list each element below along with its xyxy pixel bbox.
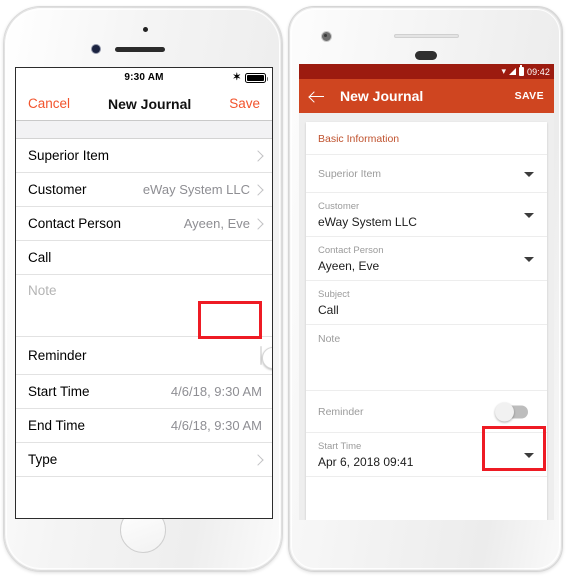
field-value: Apr 6, 2018 09:41 (318, 455, 414, 469)
android-toolbar: New Journal SAVE (299, 79, 554, 113)
android-status-bar: ▾﻿ 09:42 (299, 64, 554, 79)
ios-row-reminder[interactable]: Reminder (16, 337, 272, 375)
page-title: New Journal (108, 95, 192, 112)
comparison-stage: 9:30 AM ✶ Cancel New Journal Save Superi… (0, 0, 566, 578)
ios-row-contact-person[interactable]: Contact Person Ayeen, Eve (16, 207, 272, 241)
android-field-reminder[interactable]: Reminder (306, 391, 547, 433)
android-field-subject[interactable]: Subject Call (306, 281, 547, 325)
ios-row-customer[interactable]: Customer eWay System LLC (16, 173, 272, 207)
row-label: Superior Item (28, 148, 110, 163)
iphone-earpiece-speaker (115, 47, 165, 52)
field-label: Superior Item (318, 168, 382, 180)
ios-note-field[interactable]: Note (16, 275, 272, 337)
row-label: End Time (28, 418, 86, 433)
row-label: Type (28, 452, 58, 467)
toggle-knob (495, 402, 514, 421)
row-value: 4/6/18, 9:30 AM (170, 418, 262, 433)
note-placeholder: Note (28, 283, 57, 298)
chevron-right-icon (252, 453, 264, 466)
iphone-front-camera-icon (92, 45, 100, 53)
android-sensor-notch (414, 51, 437, 60)
ios-navigation-bar: Cancel New Journal Save (16, 87, 272, 121)
field-label: Start Time (318, 441, 362, 452)
android-earpiece-speaker (394, 34, 459, 38)
ios-row-start-time[interactable]: Start Time 4/6/18, 9:30 AM (16, 375, 272, 409)
wifi-icon: ▾ (501, 66, 506, 76)
row-value: Ayeen, Eve (183, 216, 250, 231)
field-label: Subject (318, 289, 350, 300)
row-label: Customer (28, 182, 87, 197)
row-label: Call (28, 250, 52, 265)
back-arrow-icon[interactable] (309, 88, 326, 105)
android-field-contact-person[interactable]: Contact Person Ayeen, Eve (306, 237, 547, 281)
android-field-start-time[interactable]: Start Time Apr 6, 2018 09:41 (306, 433, 547, 477)
chevron-right-icon (252, 149, 264, 162)
android-content-area: Basic Information Superior Item Customer… (299, 113, 554, 520)
ios-form-list: Superior Item Customer eWay System LLC C… (16, 139, 272, 477)
signal-icon (508, 68, 516, 75)
chevron-right-icon (252, 183, 264, 196)
field-label: Customer (318, 201, 360, 212)
toggle-knob (262, 346, 272, 369)
row-label: Start Time (28, 384, 90, 399)
android-status-time: 09:42 (526, 66, 550, 77)
battery-icon (245, 72, 268, 83)
android-front-camera-icon (321, 31, 332, 42)
android-field-customer[interactable]: Customer eWay System LLC (306, 193, 547, 237)
row-label: Reminder (28, 348, 87, 363)
save-button[interactable]: SAVE (515, 90, 544, 102)
bluetooth-icon: ✶ (232, 71, 241, 83)
ios-status-bar: 9:30 AM ✶ (16, 68, 272, 87)
field-value: eWay System LLC (318, 215, 417, 229)
android-screen: ▾﻿ 09:42 New Journal SAVE Basic Informat… (299, 64, 554, 520)
ios-row-end-time[interactable]: End Time 4/6/18, 9:30 AM (16, 409, 272, 443)
android-field-superior-item[interactable]: Superior Item (306, 155, 547, 193)
row-value: eWay System LLC (142, 182, 250, 197)
ios-row-superior-item[interactable]: Superior Item (16, 139, 272, 173)
dropdown-caret-icon[interactable] (524, 256, 534, 262)
basic-information-card: Basic Information Superior Item Customer… (306, 122, 547, 520)
iphone-sensor-icon (143, 27, 148, 32)
field-value: Call (318, 303, 339, 317)
chevron-right-icon (252, 217, 264, 230)
row-value: 4/6/18, 9:30 AM (170, 384, 262, 399)
battery-icon (518, 65, 524, 76)
field-label: Reminder (318, 406, 364, 418)
field-label: Note (318, 333, 341, 345)
field-value: Ayeen, Eve (318, 259, 380, 273)
save-button[interactable]: Save (229, 96, 260, 111)
ios-row-type[interactable]: Type (16, 443, 272, 477)
card-header-label: Basic Information (306, 122, 547, 155)
ios-status-time: 9:30 AM (124, 72, 164, 83)
android-field-note[interactable]: Note (306, 325, 547, 391)
iphone-device-frame: 9:30 AM ✶ Cancel New Journal Save Superi… (3, 6, 283, 572)
cancel-button[interactable]: Cancel (28, 96, 70, 111)
page-title: New Journal (340, 88, 424, 104)
row-label: Contact Person (28, 216, 122, 231)
field-label: Contact Person (318, 245, 384, 256)
dropdown-caret-icon[interactable] (524, 452, 534, 458)
dropdown-caret-icon[interactable] (524, 171, 534, 177)
ios-row-subject[interactable]: Call (16, 241, 272, 275)
android-device-frame: ▾﻿ 09:42 New Journal SAVE Basic Informat… (288, 6, 563, 572)
toggle-switch-off[interactable] (495, 402, 528, 421)
reminder-toggle[interactable] (260, 345, 272, 369)
ios-status-indicators: ✶ (232, 68, 268, 87)
dropdown-caret-icon[interactable] (524, 212, 534, 218)
ios-section-gap (16, 121, 272, 139)
iphone-screen: 9:30 AM ✶ Cancel New Journal Save Superi… (15, 67, 273, 519)
toggle-switch-off[interactable] (260, 345, 272, 369)
